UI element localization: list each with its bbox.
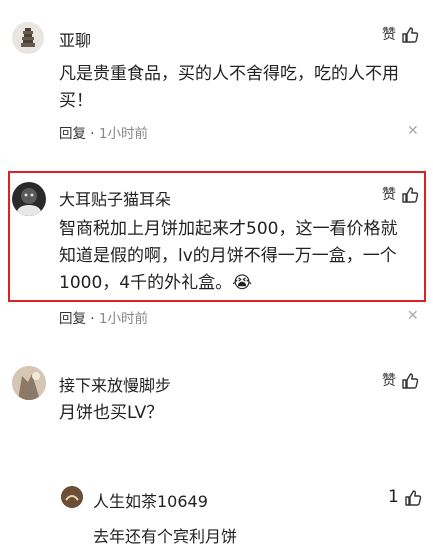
like-label: 赞 bbox=[382, 373, 396, 389]
comment-author[interactable]: 接下来放慢脚步 bbox=[59, 372, 171, 396]
avatar[interactable] bbox=[12, 366, 46, 400]
like-count: 1 bbox=[388, 487, 399, 507]
reply-button[interactable]: 回复 bbox=[59, 126, 86, 142]
comment-author[interactable]: 大耳贴子猫耳朵 bbox=[59, 186, 171, 210]
separator: · bbox=[90, 126, 99, 142]
thumb-up-icon bbox=[405, 489, 422, 506]
avatar[interactable] bbox=[12, 182, 46, 216]
thumb-up-icon bbox=[402, 372, 419, 389]
avatar[interactable] bbox=[12, 22, 44, 54]
reply-author[interactable]: 人生如茶10649 bbox=[93, 488, 208, 512]
avatar[interactable] bbox=[61, 486, 83, 508]
timestamp: 1小时前 bbox=[98, 126, 148, 142]
comment-text: 智商税加上月饼加起来才500，这一看价格就知道是假的啊，lv的月饼不得一万一盒，… bbox=[59, 219, 398, 293]
separator: · bbox=[90, 311, 99, 327]
like-button[interactable]: 赞 bbox=[382, 184, 419, 204]
reply-button[interactable]: 回复 bbox=[59, 311, 86, 327]
thumb-up-icon bbox=[402, 186, 419, 203]
like-button[interactable]: 赞 bbox=[382, 370, 419, 390]
comment-text: 凡是贵重食品，买的人不舍得吃，吃的人不用买！ bbox=[59, 64, 399, 111]
comment-meta: 回复 · 1小时前 bbox=[59, 122, 148, 142]
like-button[interactable]: 1 bbox=[388, 487, 422, 507]
close-icon[interactable]: ✕ bbox=[407, 309, 419, 323]
like-label: 赞 bbox=[382, 27, 396, 43]
comment-meta: 回复 · 1小时前 bbox=[59, 307, 148, 327]
thumb-up-icon bbox=[402, 26, 419, 43]
like-button[interactable]: 赞 bbox=[382, 24, 419, 44]
reply-text: 去年还有个宾利月饼 bbox=[93, 527, 238, 546]
comment-author[interactable]: 亚聊 bbox=[59, 27, 91, 51]
timestamp: 1小时前 bbox=[98, 311, 148, 327]
like-label: 赞 bbox=[382, 187, 396, 203]
close-icon[interactable]: ✕ bbox=[407, 124, 419, 138]
comment-text: 月饼也买LV？ bbox=[59, 403, 164, 423]
